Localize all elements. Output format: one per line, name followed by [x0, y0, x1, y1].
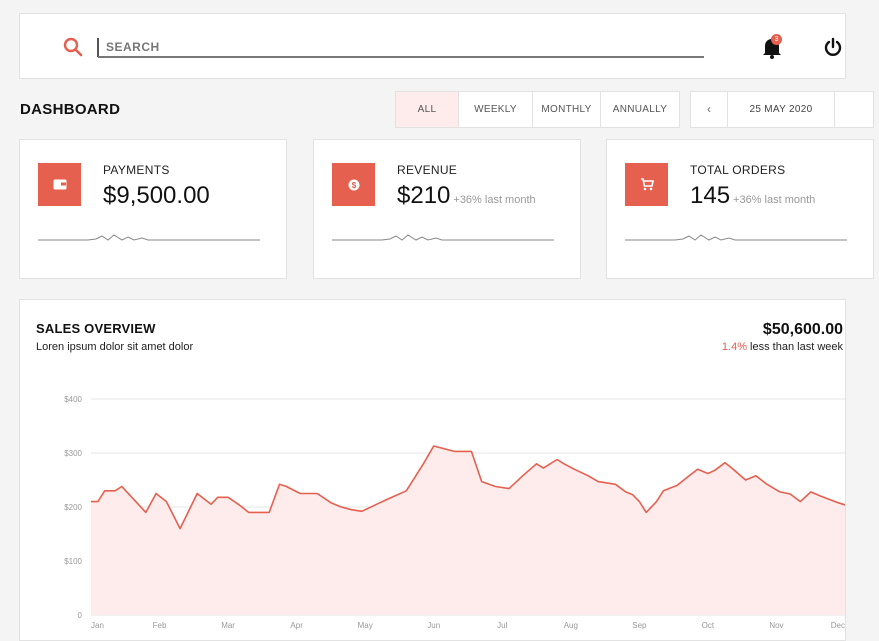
power-icon[interactable] [823, 37, 843, 57]
cart-icon [640, 178, 654, 191]
search-underline [98, 56, 704, 58]
sales-overview-panel: SALES OVERVIEW Loren ipsum dolor sit ame… [19, 299, 846, 641]
stat-value: $210 [397, 182, 451, 209]
stat-value-row: $9,500.00 [103, 182, 213, 210]
x-tick-label: Jun [427, 621, 440, 630]
stat-value: 145 [690, 182, 731, 209]
search-icon[interactable] [62, 36, 84, 58]
payments-card: PAYMENTS $9,500.00 [19, 139, 287, 279]
date-picker: ‹ 25 MAY 2020 [690, 91, 874, 128]
notifications-button[interactable]: 3 [760, 34, 784, 60]
tab-monthly[interactable]: MONTHLY [533, 92, 601, 127]
stat-label: PAYMENTS [103, 163, 170, 177]
x-tick-label: Aug [564, 621, 578, 630]
y-tick-label: $200 [64, 503, 82, 512]
total-orders-card: TOTAL ORDERS 145 +36% last month [606, 139, 874, 279]
x-tick-label: Feb [153, 621, 167, 630]
tab-weekly[interactable]: WEEKLY [459, 92, 533, 127]
top-bar: 3 [19, 13, 846, 79]
x-tick-label: Apr [290, 621, 303, 630]
sparkline [625, 234, 847, 241]
revenue-icon-box: $ [332, 163, 375, 206]
x-tick-label: Sep [632, 621, 647, 630]
orders-icon-box [625, 163, 668, 206]
page-title: DASHBOARD [20, 101, 121, 118]
sales-area [91, 446, 845, 615]
search-cursor [97, 38, 99, 57]
stat-label: TOTAL ORDERS [690, 163, 786, 177]
svg-text:$: $ [351, 181, 356, 190]
wallet-icon [53, 179, 66, 190]
period-filter: ALL WEEKLY MONTHLY ANNUALLY [395, 91, 680, 128]
sparkline [332, 234, 554, 241]
y-tick-label: 0 [78, 611, 83, 620]
search-input[interactable] [106, 36, 706, 58]
stat-value-row: $210 +36% last month [397, 182, 536, 210]
date-value[interactable]: 25 MAY 2020 [728, 92, 835, 127]
notification-badge: 3 [771, 34, 782, 45]
y-tick-label: $300 [64, 449, 82, 458]
tab-annually[interactable]: ANNUALLY [601, 92, 679, 127]
x-tick-label: Mar [221, 621, 235, 630]
stat-value-row: 145 +36% last month [690, 182, 815, 210]
x-tick-label: Jan [91, 621, 104, 630]
x-tick-label: May [358, 621, 373, 630]
stat-label: REVENUE [397, 163, 458, 177]
revenue-card: $ REVENUE $210 +36% last month [313, 139, 581, 279]
tab-all[interactable]: ALL [396, 92, 459, 127]
y-tick-label: $100 [64, 557, 82, 566]
stat-delta: +36% last month [453, 194, 536, 206]
sparkline [38, 234, 260, 241]
x-tick-label: Nov [769, 621, 783, 630]
x-tick-label: Oct [702, 621, 715, 630]
date-prev-button[interactable]: ‹ [691, 92, 728, 127]
stat-delta: +36% last month [733, 194, 816, 206]
x-tick-label: Jul [497, 621, 507, 630]
y-tick-label: $400 [64, 395, 82, 404]
sales-chart: 0 $100 $200 $300 $400 Jan Feb Mar Apr May Jun Jul Au… [64, 395, 845, 630]
date-next-button[interactable] [835, 92, 873, 127]
x-tick-label: Dec [831, 621, 845, 630]
payments-icon-box [38, 163, 81, 206]
dollar-icon: $ [348, 179, 359, 190]
stat-value: $9,500.00 [103, 182, 210, 209]
